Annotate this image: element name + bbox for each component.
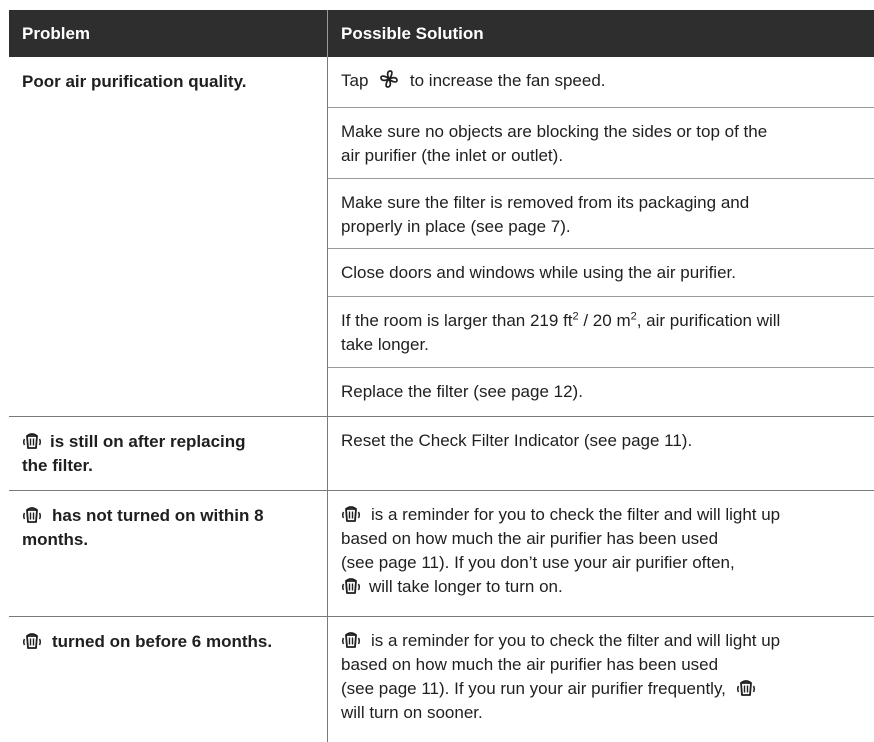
solution-line: Reset the Check Filter Indicator (see pa… — [341, 431, 693, 450]
solution-text: Tap — [341, 71, 369, 90]
table-row: Poor air purification quality. Tap to in… — [9, 57, 874, 417]
problem-cell: Poor air purification quality. — [9, 57, 327, 416]
check-filter-icon — [736, 677, 756, 697]
problem-text: months. — [22, 530, 89, 549]
solution-text: will take longer to turn on. — [369, 577, 563, 596]
solution-cell: Make sure the filter is removed from its… — [328, 179, 874, 249]
check-filter-icon — [341, 575, 361, 595]
solution-cell: Close doors and windows while using the … — [328, 249, 874, 297]
check-filter-icon — [341, 503, 361, 523]
solution-cell: If the room is larger than 219 ft2 / 20 … — [328, 297, 874, 368]
problem-text: turned on before 6 months. — [52, 632, 273, 651]
check-filter-icon — [22, 430, 42, 450]
problem-cell: turned on before 6 months. — [9, 617, 327, 742]
solution-line: Make sure the filter is removed from its… — [341, 193, 750, 212]
solution-cell: Make sure no objects are blocking the si… — [328, 108, 874, 179]
solution-line: take longer. — [341, 335, 429, 354]
troubleshooting-table: Problem Possible Solution Poor air purif… — [9, 10, 874, 742]
table-row: has not turned on within 8 months. is a … — [9, 491, 874, 617]
problem-text: the filter. — [22, 456, 93, 475]
check-filter-icon — [341, 629, 361, 649]
problem-text: has not turned on within 8 — [52, 506, 264, 525]
check-filter-icon — [22, 504, 42, 524]
solution-text: If the room is larger than 219 ft — [341, 311, 573, 330]
header-solution: Possible Solution — [327, 10, 874, 57]
table-row: is still on after replacing the filter. … — [9, 417, 874, 491]
check-filter-icon — [22, 630, 42, 650]
problem-text: Poor air purification quality. — [22, 72, 247, 91]
problem-cell: has not turned on within 8 months. — [9, 491, 327, 616]
table-row: turned on before 6 months. is a reminder… — [9, 617, 874, 742]
fan-icon — [380, 70, 399, 88]
solution-line: Close doors and windows while using the … — [341, 263, 736, 282]
problem-cell: is still on after replacing the filter. — [9, 417, 327, 490]
solution-cell: is a reminder for you to check the filte… — [327, 491, 874, 616]
solution-line: air purifier (the inlet or outlet). — [341, 146, 564, 165]
solution-cell: Reset the Check Filter Indicator (see pa… — [327, 417, 874, 490]
solution-line: properly in place (see page 7). — [341, 217, 571, 236]
solution-line: (see page 11). If you don’t use your air… — [341, 553, 735, 572]
solution-line: Make sure no objects are blocking the si… — [341, 122, 768, 141]
solution-cell: Replace the filter (see page 12). — [328, 368, 874, 416]
solution-cell: is a reminder for you to check the filte… — [327, 617, 874, 742]
solution-text: to increase the fan speed. — [409, 71, 606, 90]
solution-line: based on how much the air purifier has b… — [341, 529, 719, 548]
solution-text: , air purification will — [636, 311, 781, 330]
solution-text: is a reminder for you to check the filte… — [371, 631, 781, 650]
solution-line: based on how much the air purifier has b… — [341, 655, 719, 674]
problem-text: is still on after replacing — [50, 432, 246, 451]
solution-line: Replace the filter (see page 12). — [341, 382, 583, 401]
solution-text: is a reminder for you to check the filte… — [371, 505, 781, 524]
table-header: Problem Possible Solution — [9, 10, 874, 57]
solution-cell: Tap to increase the fan speed. — [328, 57, 874, 108]
solution-column: Tap to increase the fan speed. Make sure… — [327, 57, 874, 416]
solution-text: (see page 11). If you run your air purif… — [341, 679, 726, 698]
solution-text: / 20 m — [578, 311, 631, 330]
solution-line: will turn on sooner. — [341, 703, 483, 722]
header-problem: Problem — [22, 23, 91, 43]
